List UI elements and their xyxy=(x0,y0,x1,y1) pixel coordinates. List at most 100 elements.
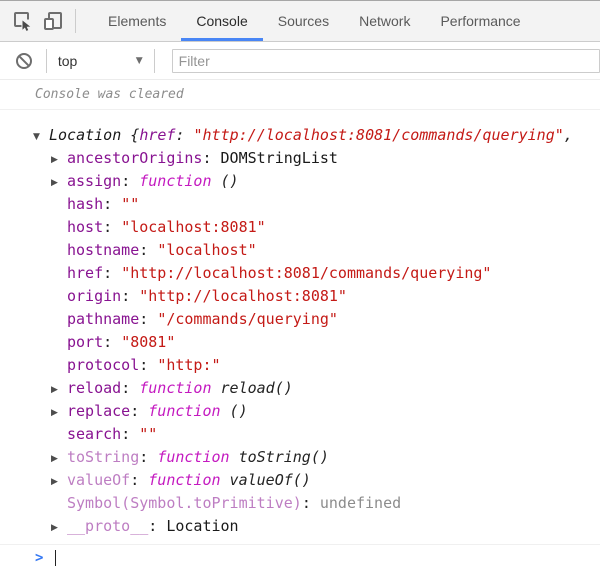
token-kw: function xyxy=(139,172,211,190)
tab-label: Network xyxy=(359,13,410,29)
console-prompt[interactable]: > xyxy=(0,544,600,566)
prompt-chevron-icon: > xyxy=(35,550,43,566)
token-pname: hash xyxy=(67,195,103,213)
token-plain: : xyxy=(139,356,157,374)
token-plain: : xyxy=(139,448,157,466)
token-pname: protocol xyxy=(67,356,139,374)
tree-row-pathname: pathname: "/commands/querying" xyxy=(0,308,600,331)
clear-console-button[interactable] xyxy=(10,46,39,76)
token-fn: toString() xyxy=(230,448,329,466)
token-str: "" xyxy=(139,425,157,443)
tab-label: Elements xyxy=(108,13,166,29)
tab-console[interactable]: Console xyxy=(181,1,262,41)
token-pname: host xyxy=(67,218,103,236)
token-str: "http://localhost:8081/commands/querying… xyxy=(194,126,564,144)
execution-context-selector[interactable]: top ▼ xyxy=(58,53,143,69)
toolbar-divider xyxy=(154,49,155,73)
token-plain: : xyxy=(148,517,166,535)
token-pname: href xyxy=(67,264,103,282)
token-pnameDim: valueOf xyxy=(67,471,130,489)
tree-row-origin: origin: "http://localhost:8081" xyxy=(0,285,600,308)
token-plain: : xyxy=(103,333,121,351)
token-plain: : xyxy=(130,471,148,489)
token-kw: function xyxy=(139,379,211,397)
triangle-right-icon[interactable]: ▶ xyxy=(51,172,67,193)
tree-row-assign[interactable]: ▶assign: function () xyxy=(0,170,600,193)
token-plain: { xyxy=(130,126,139,144)
tree-row-toString[interactable]: ▶toString: function toString() xyxy=(0,446,600,469)
tab-elements[interactable]: Elements xyxy=(93,1,181,41)
tab-label: Performance xyxy=(440,13,520,29)
token-plain: : xyxy=(121,379,139,397)
token-kw: function xyxy=(148,402,220,420)
token-plain: : xyxy=(139,310,157,328)
token-val: Location xyxy=(49,126,130,144)
tab-network[interactable]: Network xyxy=(344,1,425,41)
token-plain: : xyxy=(202,149,220,167)
token-str: "8081" xyxy=(121,333,175,351)
tree-row-reload[interactable]: ▶reload: function reload() xyxy=(0,377,600,400)
tree-row-href: href: "http://localhost:8081/commands/qu… xyxy=(0,262,600,285)
triangle-right-icon[interactable]: ▶ xyxy=(51,379,67,400)
tree-row-replace[interactable]: ▶replace: function () xyxy=(0,400,600,423)
token-plain: : xyxy=(175,126,193,144)
token-kw: function xyxy=(157,448,229,466)
token-pname: reload xyxy=(67,379,121,397)
console-output: Console was cleared ▼Location {href: "ht… xyxy=(0,80,600,566)
tree-row-valueOf[interactable]: ▶valueOf: function valueOf() xyxy=(0,469,600,492)
tree-row-location-preview[interactable]: ▼Location {href: "http://localhost:8081/… xyxy=(0,124,600,147)
inspect-element-button[interactable] xyxy=(8,6,38,36)
device-toolbar-button[interactable] xyxy=(38,6,68,36)
tab-sources[interactable]: Sources xyxy=(263,1,344,41)
token-plain: : xyxy=(121,172,139,190)
tab-label: Sources xyxy=(278,13,329,29)
token-pname: hostname xyxy=(67,241,139,259)
token-pnameDim: toString xyxy=(67,448,139,466)
tree-row-proto[interactable]: ▶__proto__: Location xyxy=(0,515,600,538)
token-pname: ancestorOrigins xyxy=(67,149,202,167)
token-str: "localhost" xyxy=(157,241,256,259)
token-plain: : xyxy=(121,287,139,305)
triangle-right-icon[interactable]: ▶ xyxy=(51,471,67,492)
triangle-down-icon[interactable]: ▼ xyxy=(33,126,49,147)
text-caret xyxy=(55,550,56,566)
token-pname: origin xyxy=(67,287,121,305)
token-pname: pathname xyxy=(67,310,139,328)
tree-row-search: search: "" xyxy=(0,423,600,446)
token-str: "" xyxy=(121,195,139,213)
token-plain: : xyxy=(121,425,139,443)
token-plain: , xyxy=(564,126,573,144)
triangle-right-icon[interactable]: ▶ xyxy=(51,402,67,423)
tab-performance[interactable]: Performance xyxy=(425,1,535,41)
location-object-tree: ▼Location {href: "http://localhost:8081/… xyxy=(0,110,600,542)
token-str: "http://localhost:8081" xyxy=(139,287,347,305)
block-icon xyxy=(15,52,33,70)
tree-row-ancestorOrigins[interactable]: ▶ancestorOrigins: DOMStringList xyxy=(0,147,600,170)
token-pname: href xyxy=(139,126,175,144)
token-val: Location xyxy=(166,517,238,535)
token-pname: replace xyxy=(67,402,130,420)
tree-row-hostname: hostname: "localhost" xyxy=(0,239,600,262)
active-tab-underline xyxy=(181,38,262,41)
token-pnameDim: Symbol(Symbol.toPrimitive) xyxy=(67,494,302,512)
chevron-down-icon: ▼ xyxy=(136,56,143,66)
tree-row-port: port: "8081" xyxy=(0,331,600,354)
triangle-right-icon[interactable]: ▶ xyxy=(51,149,67,170)
filter-input[interactable] xyxy=(172,49,600,73)
token-plain: : xyxy=(103,218,121,236)
triangle-right-icon[interactable]: ▶ xyxy=(51,448,67,469)
toolbar-divider xyxy=(75,9,76,33)
tree-row-host: host: "localhost:8081" xyxy=(0,216,600,239)
token-kw: function xyxy=(148,471,220,489)
tree-row-symbol-toPrimitive: Symbol(Symbol.toPrimitive): undefined xyxy=(0,492,600,515)
devtools-tab-bar: Elements Console Sources Network Performance xyxy=(0,1,600,42)
token-pname: assign xyxy=(67,172,121,190)
triangle-right-icon[interactable]: ▶ xyxy=(51,517,67,538)
token-fn: reload() xyxy=(212,379,293,397)
token-plain: : xyxy=(302,494,320,512)
console-toolbar: top ▼ xyxy=(0,42,600,80)
token-pname: search xyxy=(67,425,121,443)
token-fn: valueOf() xyxy=(221,471,311,489)
toolbar-divider xyxy=(46,49,47,73)
token-str: "localhost:8081" xyxy=(121,218,266,236)
